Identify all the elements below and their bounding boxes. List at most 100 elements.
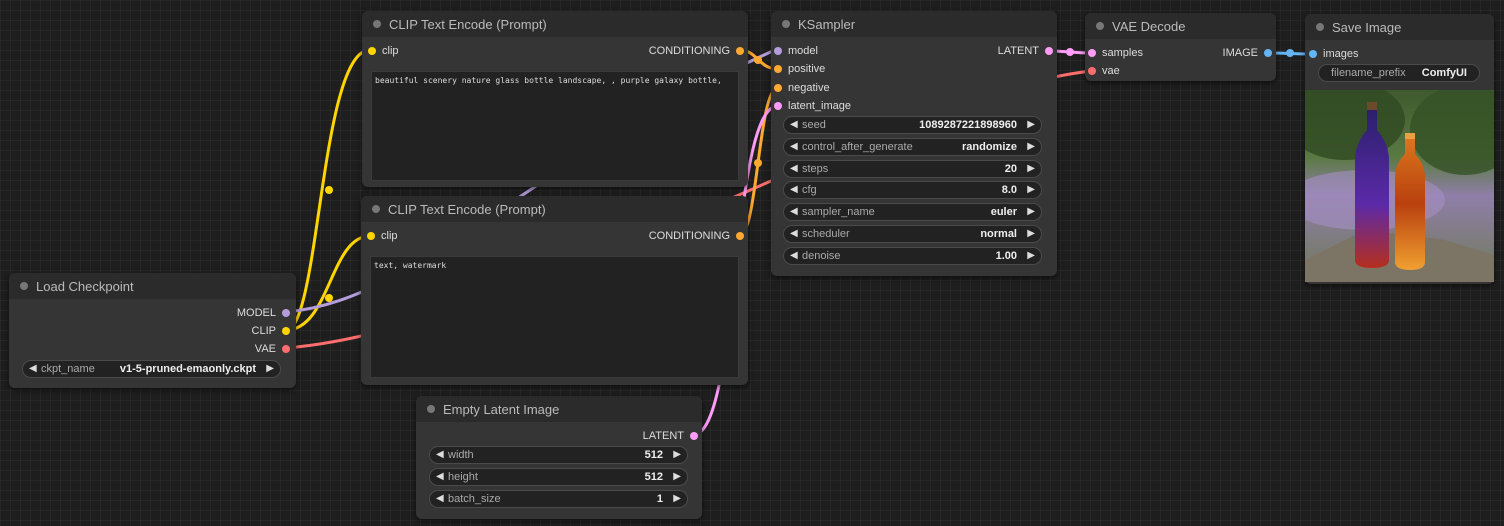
input-positive-label: positive bbox=[788, 63, 826, 75]
collapse-dot-icon[interactable] bbox=[372, 205, 380, 213]
clip-text-encode-positive-node[interactable]: CLIP Text Encode (Prompt) clip CONDITION… bbox=[362, 11, 748, 187]
arrow-left-icon[interactable]: ◀ bbox=[790, 250, 798, 261]
image-pin-icon[interactable] bbox=[1309, 50, 1317, 58]
scheduler-widget[interactable]: ◀ scheduler normal ▶ bbox=[783, 225, 1042, 243]
collapse-dot-icon[interactable] bbox=[1096, 22, 1104, 30]
input-images[interactable]: images bbox=[1309, 48, 1358, 60]
conditioning-pin-icon[interactable] bbox=[736, 232, 744, 240]
vae-pin-icon[interactable] bbox=[282, 345, 290, 353]
height-number-widget[interactable]: ◀ height 512 ▶ bbox=[429, 468, 688, 486]
vae-pin-icon[interactable] bbox=[1088, 67, 1096, 75]
collapse-dot-icon[interactable] bbox=[1316, 23, 1324, 31]
arrow-right-icon[interactable]: ▶ bbox=[673, 449, 681, 460]
conditioning-pin-icon[interactable] bbox=[774, 65, 782, 73]
model-pin-icon[interactable] bbox=[282, 309, 290, 317]
clip-text-encode-negative-node[interactable]: CLIP Text Encode (Prompt) clip CONDITION… bbox=[361, 196, 748, 385]
conditioning-pin-icon[interactable] bbox=[774, 84, 782, 92]
image-pin-icon[interactable] bbox=[1264, 49, 1272, 57]
output-conditioning[interactable]: CONDITIONING bbox=[649, 45, 744, 57]
arrow-right-icon[interactable]: ▶ bbox=[1027, 141, 1035, 152]
collapse-dot-icon[interactable] bbox=[782, 20, 790, 28]
output-latent[interactable]: LATENT bbox=[643, 430, 698, 442]
filename-prefix-field[interactable]: filename_prefix ComfyUI bbox=[1318, 64, 1480, 82]
node-title-bar[interactable]: Load Checkpoint bbox=[9, 273, 296, 299]
input-positive[interactable]: positive bbox=[774, 63, 826, 75]
output-conditioning[interactable]: CONDITIONING bbox=[649, 230, 744, 242]
input-samples[interactable]: samples bbox=[1088, 47, 1143, 59]
output-vae[interactable]: VAE bbox=[255, 343, 290, 355]
model-pin-icon[interactable] bbox=[774, 47, 782, 55]
sampler-name-widget[interactable]: ◀ sampler_name euler ▶ bbox=[783, 203, 1042, 221]
arrow-left-icon[interactable]: ◀ bbox=[436, 449, 444, 460]
latent-pin-icon[interactable] bbox=[1045, 47, 1053, 55]
node-title-bar[interactable]: VAE Decode bbox=[1085, 13, 1276, 39]
arrow-right-icon[interactable]: ▶ bbox=[1027, 184, 1035, 195]
output-model[interactable]: MODEL bbox=[237, 307, 290, 319]
arrow-left-icon[interactable]: ◀ bbox=[436, 493, 444, 504]
node-title-bar[interactable]: CLIP Text Encode (Prompt) bbox=[362, 11, 748, 37]
latent-pin-icon[interactable] bbox=[1088, 49, 1096, 57]
input-negative[interactable]: negative bbox=[774, 82, 830, 94]
steps-widget[interactable]: ◀ steps 20 ▶ bbox=[783, 160, 1042, 178]
arrow-right-icon[interactable]: ▶ bbox=[266, 363, 274, 374]
collapse-dot-icon[interactable] bbox=[20, 282, 28, 290]
node-title-bar[interactable]: CLIP Text Encode (Prompt) bbox=[361, 196, 748, 222]
arrow-right-icon[interactable]: ▶ bbox=[1027, 250, 1035, 261]
clip-pin-icon[interactable] bbox=[368, 47, 376, 55]
arrow-right-icon[interactable]: ▶ bbox=[1027, 228, 1035, 239]
input-vae[interactable]: vae bbox=[1088, 65, 1120, 77]
save-image-node[interactable]: Save Image images filename_prefix ComfyU… bbox=[1305, 14, 1494, 284]
output-image-label: IMAGE bbox=[1222, 47, 1258, 59]
denoise-widget[interactable]: ◀ denoise 1.00 ▶ bbox=[783, 247, 1042, 265]
ksampler-node[interactable]: KSampler model positive negative latent_… bbox=[771, 11, 1057, 276]
arrow-left-icon[interactable]: ◀ bbox=[790, 141, 798, 152]
node-title: VAE Decode bbox=[1112, 19, 1186, 34]
arrow-right-icon[interactable]: ▶ bbox=[1027, 206, 1035, 217]
seed-widget[interactable]: ◀ seed 1089287221898960 ▶ bbox=[783, 116, 1042, 134]
arrow-left-icon[interactable]: ◀ bbox=[790, 119, 798, 130]
output-image-preview[interactable] bbox=[1305, 90, 1494, 282]
node-title-bar[interactable]: Save Image bbox=[1305, 14, 1494, 40]
latent-pin-icon[interactable] bbox=[690, 432, 698, 440]
prompt-textarea[interactable]: beautiful scenery nature glass bottle la… bbox=[371, 71, 739, 181]
node-title-bar[interactable]: KSampler bbox=[771, 11, 1057, 37]
empty-latent-image-node[interactable]: Empty Latent Image LATENT ◀ width 512 ▶ … bbox=[416, 396, 702, 519]
clip-pin-icon[interactable] bbox=[367, 232, 375, 240]
node-title-bar[interactable]: Empty Latent Image bbox=[416, 396, 702, 422]
input-model[interactable]: model bbox=[774, 45, 818, 57]
input-clip[interactable]: clip bbox=[367, 230, 398, 242]
arrow-left-icon[interactable]: ◀ bbox=[790, 184, 798, 195]
node-title: KSampler bbox=[798, 17, 856, 32]
latent-pin-icon[interactable] bbox=[774, 102, 782, 110]
arrow-left-icon[interactable]: ◀ bbox=[790, 228, 798, 239]
control-after-generate-widget[interactable]: ◀ control_after_generate randomize ▶ bbox=[783, 138, 1042, 156]
cfg-widget[interactable]: ◀ cfg 8.0 ▶ bbox=[783, 181, 1042, 199]
reroute-dot bbox=[1066, 48, 1074, 56]
arrow-right-icon[interactable]: ▶ bbox=[673, 471, 681, 482]
batch-size-number-widget[interactable]: ◀ batch_size 1 ▶ bbox=[429, 490, 688, 508]
arrow-left-icon[interactable]: ◀ bbox=[790, 206, 798, 217]
prompt-textarea[interactable]: text, watermark bbox=[370, 256, 739, 378]
arrow-left-icon[interactable]: ◀ bbox=[436, 471, 444, 482]
clip-pin-icon[interactable] bbox=[282, 327, 290, 335]
arrow-right-icon[interactable]: ▶ bbox=[1027, 163, 1035, 174]
input-clip[interactable]: clip bbox=[368, 45, 399, 57]
output-clip[interactable]: CLIP bbox=[252, 325, 290, 337]
arrow-right-icon[interactable]: ▶ bbox=[1027, 119, 1035, 130]
input-latent-image[interactable]: latent_image bbox=[774, 100, 851, 112]
conditioning-pin-icon[interactable] bbox=[736, 47, 744, 55]
arrow-left-icon[interactable]: ◀ bbox=[790, 163, 798, 174]
output-latent[interactable]: LATENT bbox=[998, 45, 1053, 57]
vae-decode-node[interactable]: VAE Decode samples vae IMAGE bbox=[1085, 13, 1276, 81]
widget-label: batch_size bbox=[448, 493, 501, 505]
collapse-dot-icon[interactable] bbox=[373, 20, 381, 28]
arrow-right-icon[interactable]: ▶ bbox=[673, 493, 681, 504]
width-number-widget[interactable]: ◀ width 512 ▶ bbox=[429, 446, 688, 464]
arrow-left-icon[interactable]: ◀ bbox=[29, 363, 37, 374]
output-image[interactable]: IMAGE bbox=[1222, 47, 1272, 59]
load-checkpoint-node[interactable]: Load Checkpoint MODEL CLIP VAE ◀ ckpt_na… bbox=[9, 273, 296, 388]
collapse-dot-icon[interactable] bbox=[427, 405, 435, 413]
ckpt-name-combo[interactable]: ◀ ckpt_name v1-5-pruned-emaonly.ckpt ▶ bbox=[22, 360, 281, 378]
input-model-label: model bbox=[788, 45, 818, 57]
link-clip-to-negative bbox=[285, 234, 371, 332]
